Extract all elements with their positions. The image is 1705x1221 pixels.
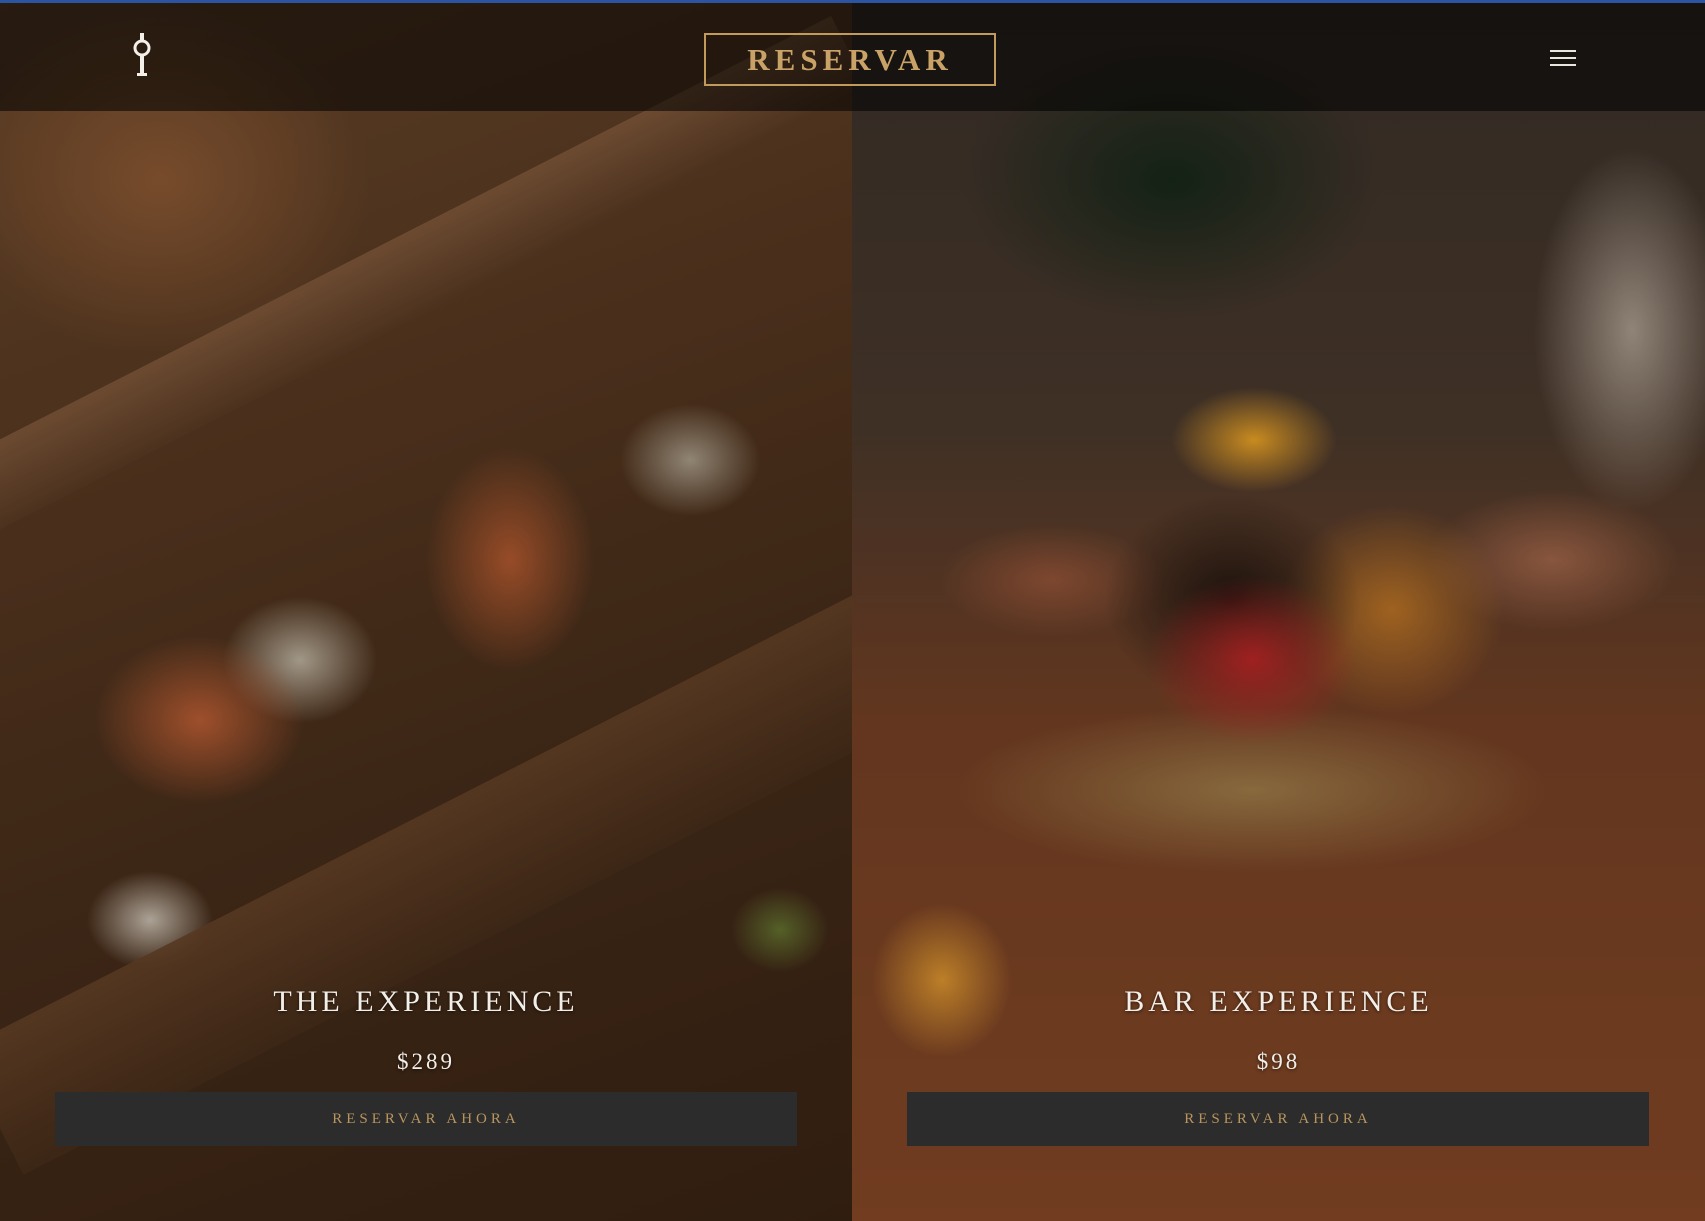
menu-line — [1550, 64, 1576, 66]
top-accent-bar — [0, 0, 1705, 3]
photo-overlay — [0, 0, 852, 1221]
offer-title: THE EXPERIENCE — [273, 985, 579, 1018]
offer-panel-bar-experience[interactable]: BAR EXPERIENCE $98 RESERVAR AHORA — [852, 0, 1705, 1221]
key-icon[interactable] — [128, 33, 156, 79]
photo-overlay — [852, 0, 1705, 1221]
offer-title: BAR EXPERIENCE — [1124, 985, 1433, 1018]
site-header: RESERVAR — [0, 3, 1705, 111]
offer-price: $289 — [397, 1049, 455, 1074]
page: THE EXPERIENCE $289 RESERVAR AHORA BAR E… — [0, 0, 1705, 1221]
offer-panel-experience[interactable]: THE EXPERIENCE $289 RESERVAR AHORA — [0, 0, 852, 1221]
menu-line — [1550, 50, 1576, 52]
reserve-button[interactable]: RESERVAR — [704, 33, 996, 86]
offer-price: $98 — [1256, 1049, 1301, 1074]
reserve-now-button[interactable]: RESERVAR AHORA — [55, 1092, 797, 1146]
hamburger-menu-icon[interactable] — [1550, 50, 1576, 70]
reserve-now-button[interactable]: RESERVAR AHORA — [907, 1092, 1649, 1146]
menu-line — [1550, 57, 1576, 59]
